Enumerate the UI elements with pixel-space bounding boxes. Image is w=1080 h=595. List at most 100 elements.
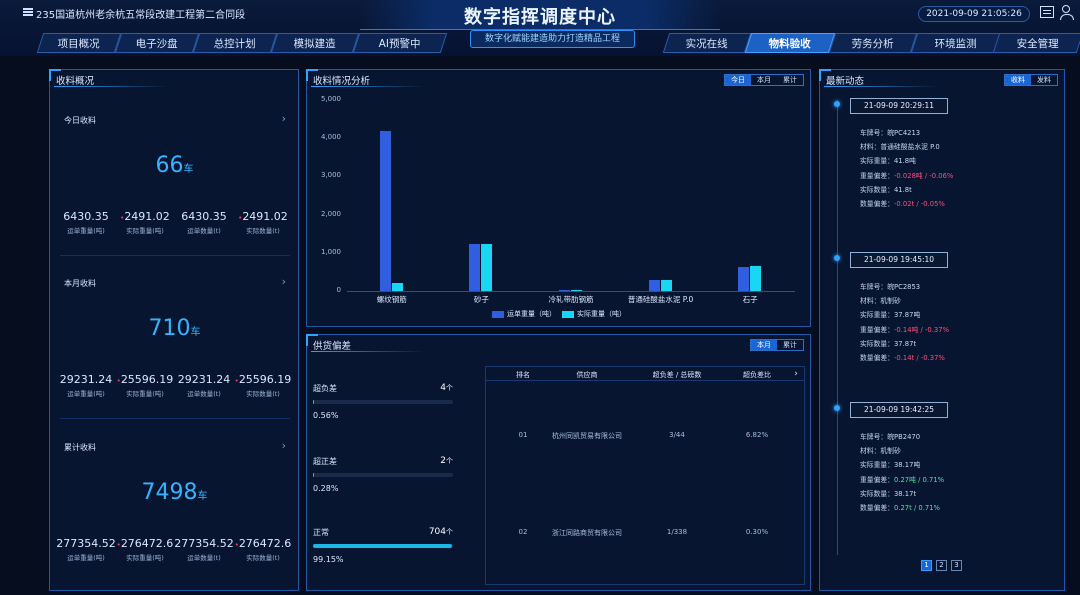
- page-button[interactable]: 2: [936, 560, 947, 571]
- tab-label: 环境监测: [934, 38, 977, 50]
- tab-label: 劳务分析: [851, 38, 894, 50]
- title-underline: [54, 86, 169, 87]
- toggle-option[interactable]: 累计: [777, 340, 803, 350]
- stat-label: 实际重量(吨): [126, 554, 164, 562]
- progress-track: [313, 544, 453, 548]
- detail-value: 皖PC4213: [887, 129, 921, 137]
- stat-label: 运单重量(吨): [67, 554, 105, 562]
- tab-label: 电子沙盘: [135, 38, 178, 50]
- detail-key: 材料：: [860, 447, 881, 456]
- stat-label: 运单数量(t): [187, 227, 221, 235]
- tab-6[interactable]: 物料验收: [744, 33, 836, 53]
- tab-label: AI预警中: [378, 38, 421, 50]
- page-button[interactable]: 1: [921, 560, 932, 571]
- y-tick-label: 2,000: [320, 209, 341, 218]
- receipt-stat: 29231.24 运单数量(t): [174, 373, 234, 398]
- legend-label: 实际重量（吨）: [577, 310, 626, 318]
- deviation-percent: 0.56%: [313, 411, 339, 420]
- title-underline: [311, 86, 426, 87]
- receipt-count: 66车: [50, 153, 299, 178]
- period-toggle: 本月 累计: [750, 339, 804, 351]
- direction-toggle: 收料 发料: [1004, 74, 1058, 86]
- chevron-right-icon[interactable]: ›: [282, 439, 286, 452]
- toggle-option[interactable]: 本月: [751, 75, 777, 85]
- detail-key: 实际数量：: [860, 185, 894, 194]
- tab-1[interactable]: 电子沙盘: [114, 33, 200, 53]
- stat-value: •25596.19: [115, 373, 175, 386]
- timeline-dot: [834, 255, 840, 261]
- detail-row: 实际重量：41.8吨: [860, 154, 953, 168]
- timeline-dot: [834, 101, 840, 107]
- stat-number: 277354.52: [56, 537, 116, 550]
- tab-0[interactable]: 项目概况: [36, 33, 122, 53]
- detail-value: -0.02t / -0.05%: [893, 200, 945, 209]
- tab-7[interactable]: 劳务分析: [828, 33, 918, 53]
- table-cell: 1/338: [666, 528, 688, 536]
- page-button[interactable]: 3: [951, 560, 962, 571]
- tab-5[interactable]: 实况在线: [662, 33, 752, 53]
- tab-3[interactable]: 模拟建造: [270, 33, 360, 53]
- tab-8[interactable]: 环境监测: [910, 33, 1002, 53]
- toggle-option[interactable]: 收料: [1005, 75, 1031, 85]
- receipt-stat: •276472.6 实际重量(吨): [115, 537, 175, 562]
- calendar-icon[interactable]: [1040, 6, 1054, 18]
- user-icon[interactable]: [1060, 5, 1074, 20]
- y-tick-label: 1,000: [320, 247, 341, 256]
- table-cell: 杭州同凯贸易有限公司: [552, 432, 622, 440]
- deviation-name: 超负差: [313, 384, 337, 393]
- stat-value: 29231.24: [56, 373, 116, 386]
- detail-value: 机制砂: [880, 447, 901, 456]
- detail-row: 实际数量：37.87t: [860, 337, 949, 351]
- deviation-percent: 0.28%: [313, 484, 339, 493]
- detail-row: 数量偏差：-0.14t / -0.37%: [860, 351, 949, 365]
- stat-label: 运单数量(t): [187, 554, 221, 562]
- column-header: 超负差 / 总磅数: [652, 371, 702, 379]
- table-cell: 3/44: [669, 431, 685, 439]
- detail-value: 皖PC2853: [887, 283, 921, 291]
- detail-row: 车牌号：皖PC2853: [860, 280, 949, 294]
- section-title: 累计收料: [64, 443, 96, 452]
- count-unit: 个: [446, 528, 453, 536]
- stat-number: 2491.02: [124, 210, 170, 223]
- toggle-option[interactable]: 本月: [751, 340, 777, 350]
- section-title: 本月收料: [64, 279, 96, 288]
- tab-label: 总控计划: [213, 38, 256, 50]
- tab-2[interactable]: 总控计划: [192, 33, 278, 53]
- count-number: 704: [428, 527, 446, 537]
- menu-icon[interactable]: [23, 8, 33, 16]
- tab-label: 安全管理: [1016, 38, 1059, 50]
- stat-value: 6430.35: [174, 210, 234, 223]
- receipt-stat: 277354.52 运单数量(t): [174, 537, 234, 562]
- stat-number: 276472.6: [120, 537, 174, 550]
- stat-value: •2491.02: [233, 210, 293, 223]
- title-underline: [824, 86, 939, 87]
- toggle-option[interactable]: 发料: [1031, 75, 1057, 85]
- timeline-dot: [834, 405, 840, 411]
- x-tick-label: 砂子: [473, 295, 489, 304]
- chevron-right-icon[interactable]: ›: [282, 112, 286, 125]
- period-toggle: 今日 本月 累计: [724, 74, 804, 86]
- tab-4[interactable]: AI预警中: [352, 33, 448, 53]
- y-tick-label: 0: [336, 286, 341, 294]
- x-tick-label: 普通硅酸盐水泥 P.0: [627, 295, 694, 304]
- tab-9[interactable]: 安全管理: [992, 33, 1080, 53]
- chevron-right-icon[interactable]: ›: [282, 275, 286, 288]
- table-next-arrow[interactable]: ›: [791, 369, 801, 379]
- section-divider: [60, 418, 290, 419]
- deviation-item: 正常 704个 99.15%: [313, 527, 453, 564]
- toggle-option[interactable]: 累计: [777, 75, 803, 85]
- stat-value: •25596.19: [233, 373, 293, 386]
- progress-fill: [313, 473, 314, 477]
- detail-key: 材料：: [860, 297, 881, 306]
- detail-row: 重量偏差：0.27吨 / 0.71%: [860, 473, 944, 487]
- table-cell: 浙江同路商贸有限公司: [552, 529, 622, 537]
- toggle-option[interactable]: 今日: [725, 75, 751, 85]
- count-unit: 个: [446, 457, 453, 465]
- stat-value: 277354.52: [174, 537, 234, 550]
- bar-1-2: [571, 289, 582, 291]
- detail-row: 材料：机制砂: [860, 444, 944, 458]
- progress-track: [313, 473, 453, 477]
- x-tick-label: 石子: [742, 295, 758, 304]
- detail-value: 37.87吨: [893, 311, 921, 320]
- detail-value: -0.028吨 / -0.06%: [893, 171, 954, 180]
